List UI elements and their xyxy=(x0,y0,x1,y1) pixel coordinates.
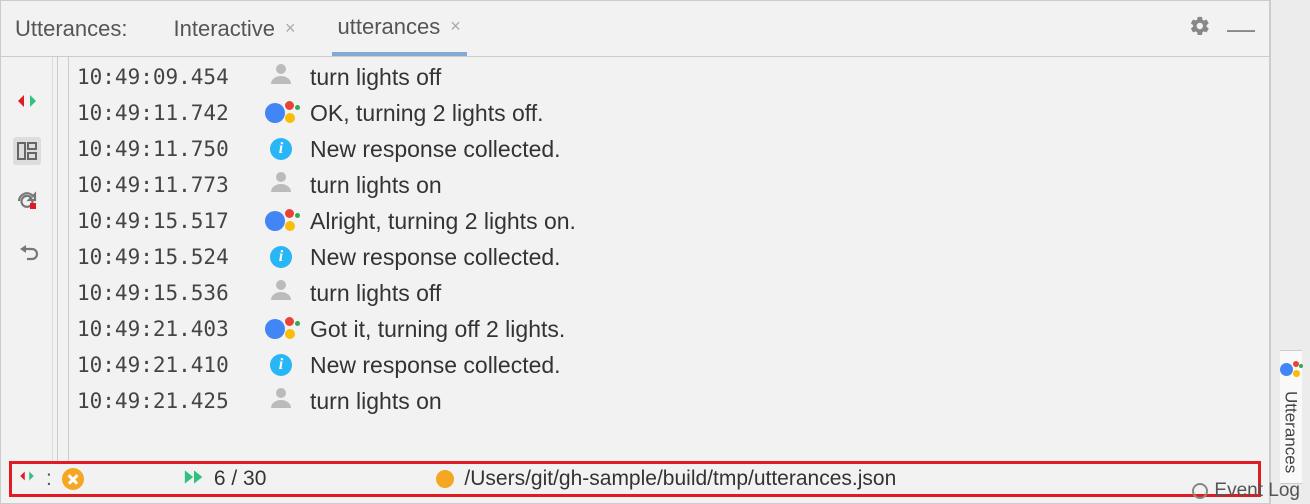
user-icon xyxy=(264,62,298,92)
assistant-icon xyxy=(1280,361,1302,383)
tab-interactive[interactable]: Interactive × xyxy=(168,1,302,56)
file-path: /Users/git/gh-sample/build/tmp/utterance… xyxy=(464,467,896,491)
gear-icon[interactable] xyxy=(1189,15,1211,43)
assistant-icon xyxy=(264,99,298,127)
log-row[interactable]: 10:49:21.425 turn lights on xyxy=(77,383,1269,419)
info-icon: i xyxy=(264,138,298,160)
rerun-icon[interactable] xyxy=(13,187,41,215)
status-bar: : 6 / 30 /Users/git/gh-sample/build/tmp/… xyxy=(9,461,1261,497)
log-row[interactable]: 10:49:15.517 Alright, turning 2 lights on… xyxy=(77,203,1269,239)
status-colon: : xyxy=(46,467,52,491)
side-tab-utterances[interactable]: Utterances xyxy=(1280,350,1302,484)
log-row[interactable]: 10:49:11.750 i New response collected. xyxy=(77,131,1269,167)
log-row[interactable]: 10:49:21.410 i New response collected. xyxy=(77,347,1269,383)
log-message: New response collected. xyxy=(310,136,561,163)
timestamp: 10:49:15.517 xyxy=(77,209,252,233)
log-row[interactable]: 10:49:11.742 OK, turning 2 lights off. xyxy=(77,95,1269,131)
left-toolbar xyxy=(1,57,53,461)
undo-icon[interactable] xyxy=(13,237,41,265)
compare-icon[interactable] xyxy=(13,87,41,115)
info-icon: i xyxy=(264,354,298,376)
log-message: Got it, turning off 2 lights. xyxy=(310,316,565,343)
panel-title: Utterances: xyxy=(15,16,128,42)
timestamp: 10:49:21.403 xyxy=(77,317,252,341)
tab-utterances[interactable]: utterances × xyxy=(332,1,467,56)
log-row[interactable]: 10:49:15.524 i New response collected. xyxy=(77,239,1269,275)
error-badge-icon[interactable] xyxy=(62,468,84,490)
panel-header: Utterances: Interactive × utterances × — xyxy=(1,1,1269,57)
fast-forward-icon[interactable] xyxy=(184,467,204,491)
log-gutter xyxy=(57,57,69,461)
tab-label: utterances xyxy=(338,14,441,40)
assistant-icon xyxy=(264,207,298,235)
log-message: Alright, turning 2 lights on. xyxy=(310,208,576,235)
timestamp: 10:49:11.750 xyxy=(77,137,252,161)
close-icon[interactable]: × xyxy=(285,18,296,39)
assistant-icon xyxy=(264,315,298,343)
log-row[interactable]: 10:49:21.403 Got it, turning off 2 lights… xyxy=(77,311,1269,347)
log-area[interactable]: 10:49:09.454 turn lights off 10:49:11.742 O… xyxy=(53,57,1269,461)
timestamp: 10:49:11.742 xyxy=(77,101,252,125)
event-log-icon xyxy=(1192,483,1208,499)
log-message: turn lights off xyxy=(310,280,441,307)
right-sidebar: Utterances xyxy=(1270,0,1310,504)
minimize-icon[interactable]: — xyxy=(1227,24,1255,34)
tab-label: Interactive xyxy=(174,16,276,42)
user-icon xyxy=(264,170,298,200)
log-message: OK, turning 2 lights off. xyxy=(310,100,544,127)
event-log-button[interactable]: Event Log xyxy=(1192,480,1300,502)
log-message: turn lights off xyxy=(310,64,441,91)
log-message: turn lights on xyxy=(310,172,442,199)
timestamp: 10:49:15.524 xyxy=(77,245,252,269)
timestamp: 10:49:09.454 xyxy=(77,65,252,89)
timestamp: 10:49:21.410 xyxy=(77,353,252,377)
compare-icon[interactable] xyxy=(18,467,36,491)
user-icon xyxy=(264,278,298,308)
status-dot-icon xyxy=(436,470,454,488)
timestamp: 10:49:21.425 xyxy=(77,389,252,413)
log-row[interactable]: 10:49:15.536 turn lights off xyxy=(77,275,1269,311)
side-tab-label: Utterances xyxy=(1281,391,1301,473)
log-message: New response collected. xyxy=(310,244,561,271)
log-row[interactable]: 10:49:09.454 turn lights off xyxy=(77,59,1269,95)
layout-icon[interactable] xyxy=(13,137,41,165)
log-message: New response collected. xyxy=(310,352,561,379)
info-icon: i xyxy=(264,246,298,268)
log-message: turn lights on xyxy=(310,388,442,415)
progress-counter: 6 / 30 xyxy=(214,467,267,491)
timestamp: 10:49:15.536 xyxy=(77,281,252,305)
close-icon[interactable]: × xyxy=(450,16,461,37)
log-row[interactable]: 10:49:11.773 turn lights on xyxy=(77,167,1269,203)
event-log-label: Event Log xyxy=(1214,480,1300,502)
timestamp: 10:49:11.773 xyxy=(77,173,252,197)
user-icon xyxy=(264,386,298,416)
